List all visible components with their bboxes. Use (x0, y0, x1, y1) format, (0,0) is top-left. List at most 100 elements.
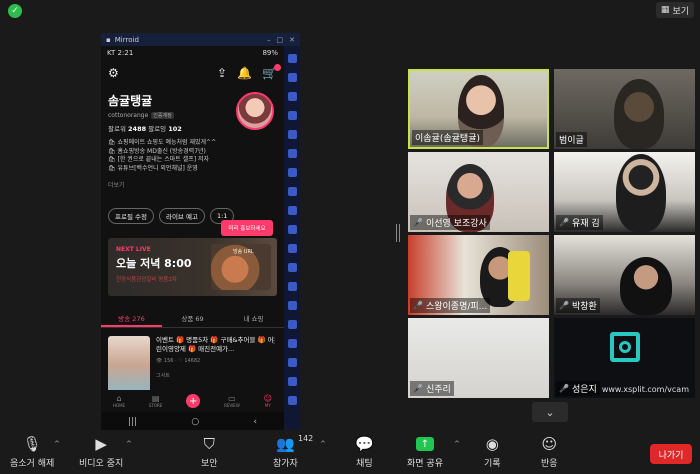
profile-section: 솜귤탱귤 cottonorange 인증계정 팔로워 2488 팔로잉 102 … (101, 86, 284, 206)
chat-button[interactable]: 💬 채팅 (355, 434, 374, 469)
next-live-card[interactable]: NEXT LIVE 오늘 저녁 8:00 현장식품관광갈비 명품2차 방송 UR… (108, 238, 277, 296)
mic-muted-icon: 🎤 (559, 218, 569, 227)
video-tile[interactable]: 🎤 스왕이종명/피... (408, 235, 549, 315)
video-options-caret-icon[interactable]: ^ (126, 440, 132, 448)
edit-profile-button[interactable]: 프로필 수정 (108, 208, 154, 224)
settings-gear-icon[interactable]: ⚙ (108, 66, 119, 80)
rail-tool-icon[interactable] (287, 396, 297, 405)
content-tabs: 방송 276 상품 69 내 쇼핑 (101, 310, 284, 328)
video-tile[interactable]: www.xsplit.com/vcam 🎤 성은지 (554, 318, 695, 398)
participant-name: 신주리 (425, 385, 451, 395)
participants-button[interactable]: 👥 참가자 (273, 434, 298, 469)
rail-tool-icon[interactable] (287, 244, 297, 253)
participant-name-tag: 🎤 성은지 (556, 381, 600, 396)
rail-tool-icon[interactable] (287, 111, 297, 120)
mic-off-icon: 🎙 (22, 435, 42, 453)
share-options-caret-icon[interactable]: ^ (454, 440, 460, 448)
android-nav-bar: ||| ○ ‹ (101, 412, 284, 432)
panel-splitter[interactable] (396, 224, 400, 242)
leave-meeting-button[interactable]: 나가기 (650, 444, 692, 464)
rail-tool-icon[interactable] (287, 149, 297, 158)
review-icon: ▭ (228, 394, 236, 403)
back-icon[interactable]: ‹ (253, 417, 257, 427)
rail-tool-icon[interactable] (287, 130, 297, 139)
person-icon: ☺ (263, 394, 272, 403)
collapse-gallery-button[interactable]: ⌄ (532, 402, 568, 422)
maximize-icon[interactable]: □ (277, 36, 284, 44)
rail-tool-icon[interactable] (287, 301, 297, 310)
stop-video-label: 비디오 중지 (79, 459, 124, 469)
status-time: KT 2:21 (107, 49, 134, 57)
bio-line: 🛍 [한 권으로 끝내는 스마트 셀프] 저자 (108, 156, 210, 163)
followers-label: 팔로워 (108, 125, 126, 133)
broadcast-list-item[interactable]: 이벤트 🎁 명품5차 🎁 구매&추어블 🎁 어린이영양제 🎁 매진전예가... … (101, 328, 284, 394)
bell-icon[interactable]: 🔔 (237, 66, 252, 80)
more-options-icon[interactable]: ⋮ (270, 336, 278, 345)
broadcast-thumbnail (108, 336, 150, 394)
rail-tool-icon[interactable] (287, 206, 297, 215)
participant-name-tag: 이솜귤(솜귤탱귤) (412, 130, 483, 145)
rail-tool-icon[interactable] (287, 377, 297, 386)
followers-count: 2488 (128, 125, 147, 133)
rail-tool-icon[interactable] (287, 225, 297, 234)
rail-tool-icon[interactable] (287, 92, 297, 101)
participant-name-tag: 🎤 박창환 (556, 298, 600, 313)
mirroid-logo-icon: ▪ (106, 35, 111, 44)
tab-my-shopping[interactable]: 내 쇼핑 (223, 310, 284, 327)
rail-tool-icon[interactable] (287, 263, 297, 272)
phone-bottom-nav: ⌂ HOME ▤ STORE + ▭ REVIEW ☺ MY (101, 390, 284, 412)
rail-tool-icon[interactable] (287, 168, 297, 177)
rail-tool-icon[interactable] (287, 320, 297, 329)
view-button[interactable]: ▦ 보기 (655, 2, 694, 18)
rail-tool-icon[interactable] (287, 282, 297, 291)
tab-products[interactable]: 상품 69 (162, 310, 223, 327)
profile-bio: 🛍 쇼핑메이트 쇼핑도 예능처럼 재밌게^^ 🛍 홈쇼핑방송 MD출신 (방송경… (108, 139, 277, 173)
cart-icon[interactable]: 🛒 (262, 64, 281, 80)
live-thumbnail: 방송 URL (211, 244, 271, 290)
profile-handle: cottonorange (108, 112, 149, 119)
tab-broadcasts[interactable]: 방송 276 (101, 310, 162, 327)
stop-video-button[interactable]: ▶ 비디오 중지 (79, 434, 123, 469)
rail-tool-icon[interactable] (287, 358, 297, 367)
recents-icon[interactable]: ||| (128, 417, 137, 427)
live-preview-button[interactable]: 라이브 예고 (158, 208, 205, 224)
rail-tool-icon[interactable] (287, 73, 297, 82)
share-icon[interactable]: ⇪ (217, 66, 227, 80)
store-icon: ▤ (151, 394, 160, 403)
profile-avatar[interactable] (236, 92, 274, 130)
video-tile[interactable]: 🎤 이선영 보조강사 (408, 152, 549, 232)
video-tile[interactable]: 🎤 유재 김 (554, 152, 695, 232)
record-button[interactable]: ◉ 기록 (484, 434, 501, 469)
video-tile[interactable]: 🎤 신주리 (408, 318, 549, 398)
nav-review[interactable]: ▭ REVIEW (224, 394, 240, 408)
nav-home[interactable]: ⌂ HOME (113, 394, 125, 408)
minimize-icon[interactable]: – (267, 36, 271, 44)
video-tile[interactable]: 이솜귤(솜귤탱귤) (408, 69, 549, 149)
close-icon[interactable]: ✕ (289, 36, 295, 44)
share-screen-icon: ↑ (415, 437, 434, 451)
cart-badge (274, 64, 281, 71)
home-circle-icon[interactable]: ○ (191, 417, 199, 427)
more-link[interactable]: 더보기 (108, 180, 277, 189)
video-tile[interactable]: 범이글 (554, 69, 695, 149)
rail-tool-icon[interactable] (287, 54, 297, 63)
participant-name: 이선영 보조강사 (425, 219, 487, 229)
security-button[interactable]: ⛉ 보안 (201, 434, 218, 469)
vcam-url-text: www.xsplit.com/vcam (601, 385, 689, 394)
unmute-button[interactable]: 🎙 음소거 해제 (10, 434, 54, 469)
reactions-button[interactable]: ☺ 반응 (541, 434, 558, 469)
chat-label: 채팅 (356, 459, 373, 469)
participant-name-tag: 🎤 신주리 (410, 381, 454, 396)
mic-muted-icon: 🎤 (559, 301, 569, 310)
share-screen-button[interactable]: ↑ 화면 공유 (407, 434, 443, 469)
participants-options-caret-icon[interactable]: ^ (320, 440, 326, 448)
rail-tool-icon[interactable] (287, 339, 297, 348)
nav-store[interactable]: ▤ STORE (149, 394, 162, 408)
encryption-shield-icon[interactable]: ✓ (8, 4, 22, 18)
rail-tool-icon[interactable] (287, 187, 297, 196)
nav-my[interactable]: ☺ MY (264, 394, 272, 408)
video-tile[interactable]: 🎤 박창환 (554, 235, 695, 315)
participant-video (620, 257, 672, 315)
nav-create[interactable]: + (186, 394, 201, 408)
audio-options-caret-icon[interactable]: ^ (54, 440, 60, 448)
